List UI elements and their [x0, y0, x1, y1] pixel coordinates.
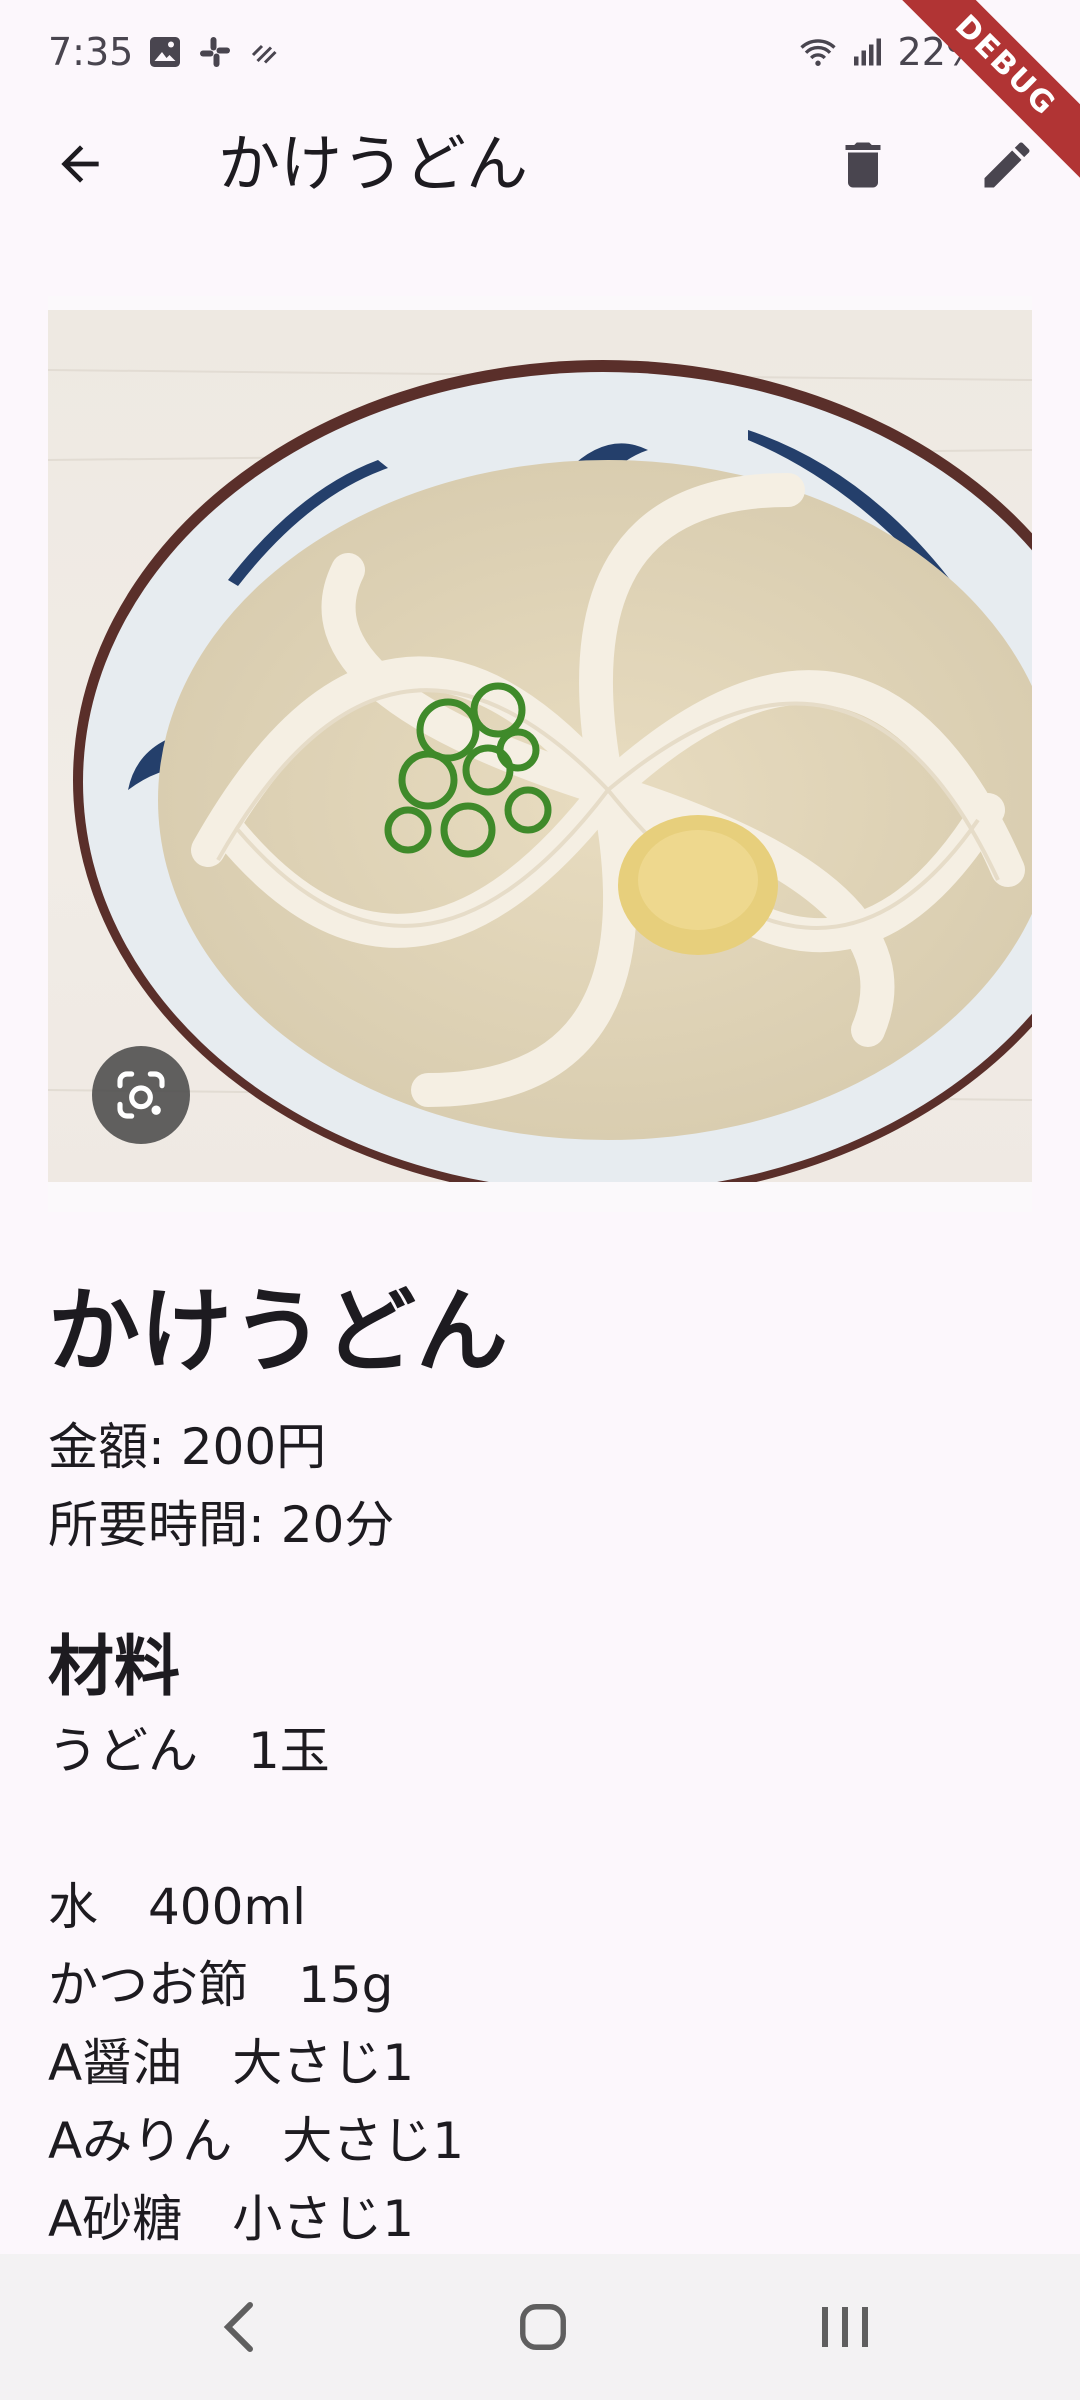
app-bar-title: かけうどん: [218, 127, 529, 200]
nav-home-button[interactable]: [508, 2292, 578, 2362]
ingredient-item: Aみりん 大さじ1: [48, 2112, 465, 2170]
edit-button[interactable]: [972, 130, 1042, 200]
ingredient-item: かつお節 15g: [48, 1956, 394, 2014]
nav-recents-button[interactable]: [810, 2292, 880, 2362]
status-time: 7:35: [48, 30, 134, 74]
status-left: 7:35: [48, 30, 283, 74]
signal-strength-icon: [247, 34, 283, 70]
ingredients-title: 材料: [48, 1628, 180, 1705]
image-icon: [147, 34, 183, 70]
nav-back-icon: [223, 2302, 253, 2352]
ingredients-list: うどん 1玉 水 400ml かつお節 15g A醤油 大さじ1 Aみりん 大さ…: [48, 1712, 1032, 2258]
recipe-photo[interactable]: [48, 296, 1032, 1212]
ingredient-item: A醤油 大さじ1: [48, 2034, 415, 2092]
udon-image: [48, 310, 1032, 1182]
time-line: 所要時間: 20分: [48, 1496, 395, 1554]
nav-home-icon: [520, 2304, 566, 2350]
delete-button[interactable]: [828, 130, 898, 200]
nav-back-button[interactable]: [205, 2292, 275, 2362]
system-nav-bar: [0, 2254, 1080, 2400]
recipe-title: かけうどん: [48, 1278, 509, 1385]
wifi-icon: [798, 34, 836, 70]
cell-signal-icon: [848, 34, 884, 70]
recipe-content: かけうどん 金額: 200円 所要時間: 20分 材料 うどん 1玉 水 400…: [48, 1270, 1032, 2258]
ingredient-blank-line: [48, 1790, 1032, 1868]
ingredient-item: 水 400ml: [48, 1878, 307, 1936]
back-button[interactable]: [48, 132, 112, 196]
google-lens-button[interactable]: [92, 1046, 190, 1144]
nav-recents-icon: [822, 2307, 868, 2347]
arrow-back-icon: [61, 145, 99, 183]
ingredient-item: A砂糖 小さじ1: [48, 2190, 415, 2248]
trash-icon: [845, 142, 881, 188]
app-bar: かけうどん: [0, 104, 1080, 224]
slack-icon: [197, 34, 233, 70]
price-line: 金額: 200円: [48, 1418, 327, 1476]
pencil-icon: [984, 142, 1030, 188]
ingredient-item: うどん 1玉: [48, 1722, 330, 1780]
google-lens-icon: [117, 1071, 165, 1119]
